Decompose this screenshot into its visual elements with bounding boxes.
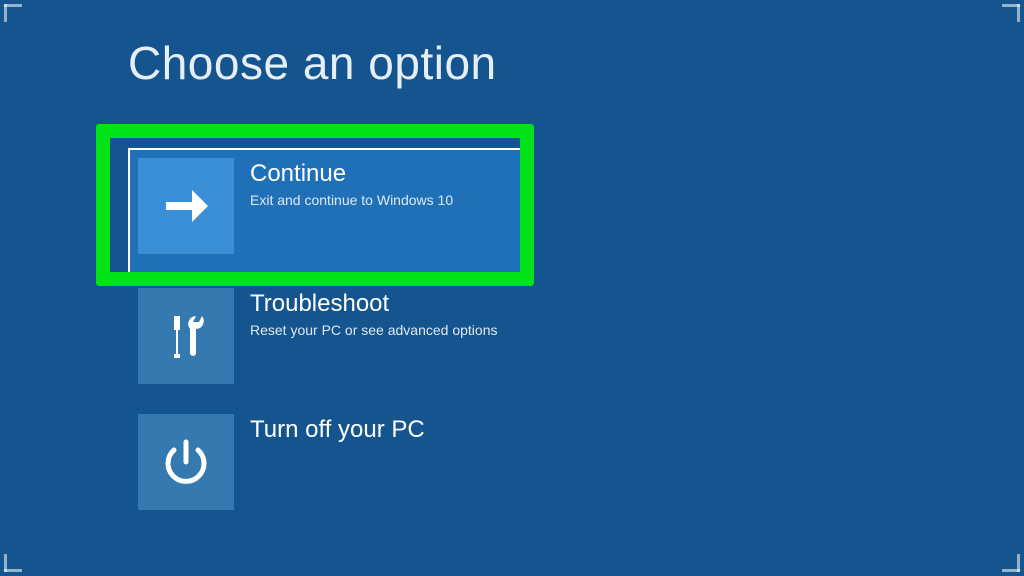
option-desc: Reset your PC or see advanced options (250, 322, 497, 340)
page-title: Choose an option (128, 36, 497, 90)
option-text: Turn off your PC (234, 414, 425, 448)
option-text: Troubleshoot Reset your PC or see advanc… (234, 288, 497, 340)
option-text: Continue Exit and continue to Windows 10 (234, 158, 453, 210)
option-label: Troubleshoot (250, 290, 497, 318)
option-label: Continue (250, 160, 453, 188)
tools-icon (138, 288, 234, 384)
option-turn-off-pc[interactable]: Turn off your PC (128, 404, 528, 524)
option-continue[interactable]: Continue Exit and continue to Windows 10 (128, 148, 528, 278)
frame-corner (4, 4, 32, 32)
frame-corner (992, 4, 1020, 32)
frame-corner (4, 544, 32, 572)
winre-choose-option-screen: Choose an option Continue Exit and conti… (0, 0, 1024, 576)
option-label: Turn off your PC (250, 416, 425, 444)
frame-corner (992, 544, 1020, 572)
option-troubleshoot[interactable]: Troubleshoot Reset your PC or see advanc… (128, 284, 528, 398)
arrow-right-icon (138, 158, 234, 254)
power-icon (138, 414, 234, 510)
option-desc: Exit and continue to Windows 10 (250, 192, 453, 210)
options-list: Continue Exit and continue to Windows 10 (128, 148, 528, 528)
